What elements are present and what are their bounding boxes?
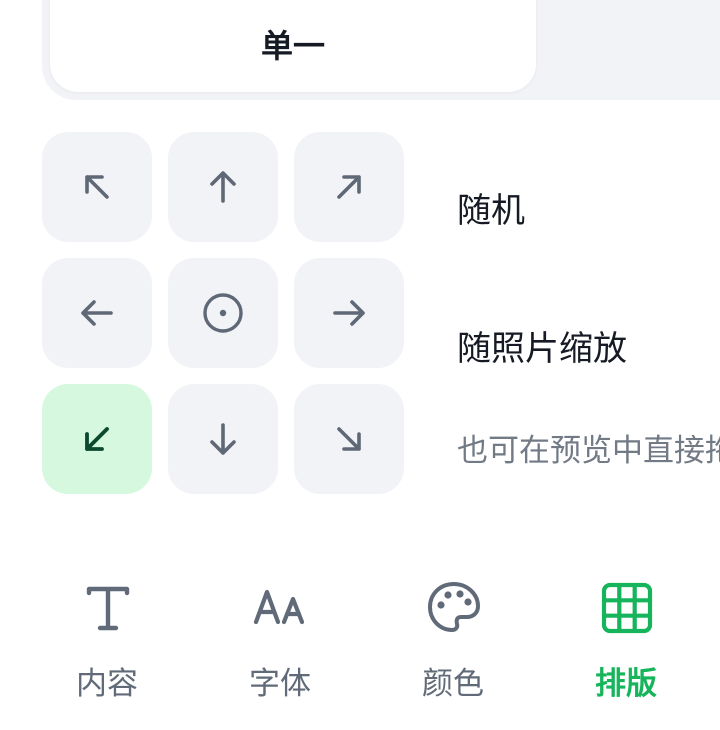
- font-aa-icon: [253, 580, 309, 636]
- tab-content-label: 内容: [76, 666, 138, 702]
- tab-layout[interactable]: 排版: [561, 580, 691, 710]
- segment-single-label: 单一: [260, 27, 325, 65]
- position-top-center-button[interactable]: [168, 132, 278, 242]
- scale-with-photo-option[interactable]: 随照片缩放: [457, 327, 627, 371]
- position-middle-right-button[interactable]: [294, 258, 404, 368]
- position-bottom-center-button[interactable]: [168, 384, 278, 494]
- drag-hint-text: 也可在预览中直接拖: [457, 433, 720, 469]
- palette-icon: [426, 580, 482, 636]
- position-top-right-button[interactable]: [294, 132, 404, 242]
- position-grid: [42, 132, 404, 494]
- arrow-down-icon: [210, 423, 236, 455]
- position-top-left-button[interactable]: [42, 132, 152, 242]
- target-center-icon: [203, 293, 243, 333]
- position-bottom-right-button[interactable]: [294, 384, 404, 494]
- arrow-up-icon: [210, 171, 236, 203]
- tab-layout-label: 排版: [595, 666, 657, 702]
- text-t-icon: [80, 580, 136, 636]
- position-bottom-left-button[interactable]: [42, 384, 152, 494]
- grid-layout-icon: [599, 580, 655, 636]
- arrow-down-right-icon: [337, 427, 361, 451]
- tab-font-label: 字体: [249, 666, 311, 702]
- position-middle-left-button[interactable]: [42, 258, 152, 368]
- tab-color[interactable]: 颜色: [388, 580, 518, 710]
- arrow-right-icon: [333, 300, 365, 326]
- arrow-up-left-icon: [85, 175, 109, 199]
- tab-font[interactable]: 字体: [215, 580, 345, 710]
- tab-content[interactable]: 内容: [42, 580, 172, 710]
- position-center-button[interactable]: [168, 258, 278, 368]
- layout-panel: 单一 随机 随照片缩放 也可在预览中直接拖 内容 字体 颜色 排版: [0, 0, 720, 730]
- arrow-up-right-icon: [337, 175, 361, 199]
- random-option[interactable]: 随机: [457, 189, 525, 233]
- tab-color-label: 颜色: [422, 666, 484, 702]
- arrow-down-left-icon: [85, 427, 109, 451]
- arrow-left-icon: [81, 300, 113, 326]
